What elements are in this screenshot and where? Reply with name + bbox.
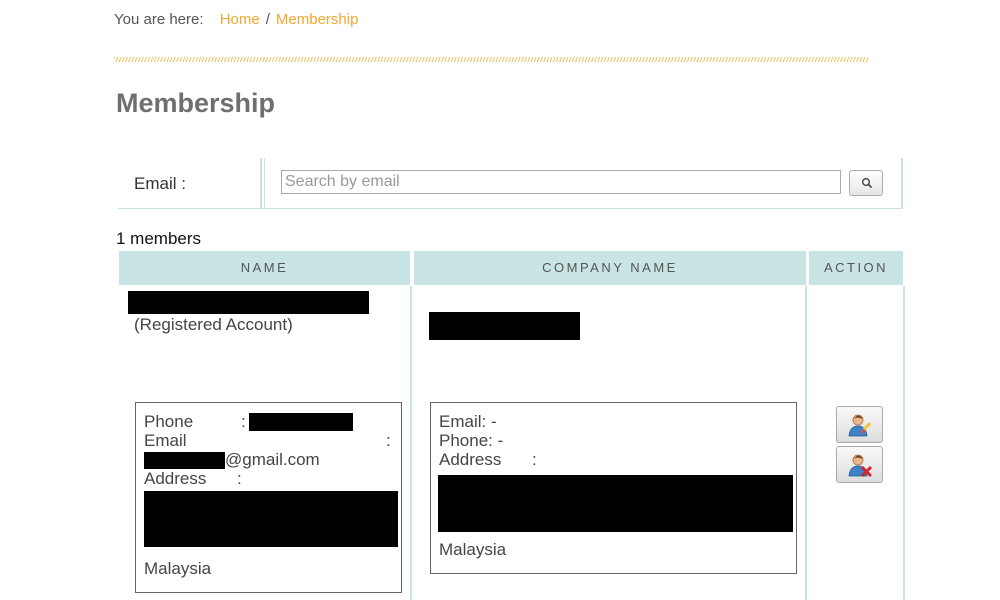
row-divider <box>264 158 265 208</box>
member-count: 1 members <box>116 229 202 248</box>
phone-label: Phone <box>144 412 194 431</box>
redacted-member-name <box>128 291 369 314</box>
email-search-input[interactable] <box>281 170 841 194</box>
breadcrumb-prefix: You are here: <box>114 11 204 28</box>
search-button[interactable] <box>849 170 883 196</box>
edit-member-button[interactable] <box>836 406 883 443</box>
redacted-company-address <box>438 475 793 532</box>
registered-account-note: (Registered Account) <box>134 315 293 334</box>
search-icon <box>862 178 873 189</box>
company-address-label: Address <box>439 450 502 469</box>
email-label: Email <box>144 431 187 450</box>
email-separator: : <box>386 431 391 450</box>
phone-separator: : <box>241 412 246 431</box>
delete-member-button[interactable] <box>836 446 883 483</box>
redacted-address <box>144 491 398 547</box>
row-divider <box>260 158 262 208</box>
redacted-phone <box>249 413 353 431</box>
column-divider <box>805 286 807 600</box>
company-email-line: Email: - <box>439 412 497 431</box>
breadcrumb-home-link[interactable]: Home <box>220 11 260 28</box>
country: Malaysia <box>144 559 212 578</box>
breadcrumb-separator: / <box>265 11 270 28</box>
column-header-name: NAME <box>119 251 410 285</box>
email-domain: @gmail.com <box>225 450 320 469</box>
column-header-action: ACTION <box>809 251 903 285</box>
row-divider <box>901 158 903 208</box>
delete-user-icon <box>848 454 873 478</box>
column-header-company-name: COMPANY NAME <box>414 251 806 285</box>
member-contact-box: Phone : Email : @gmail.com Address : Mal… <box>135 402 402 593</box>
company-country: Malaysia <box>439 540 507 559</box>
company-contact-box: Email: - Phone: - Address : Malaysia <box>430 402 797 574</box>
email-search-label: Email : <box>134 174 186 193</box>
company-address-separator: : <box>532 450 537 469</box>
edit-user-icon <box>848 414 872 437</box>
column-divider <box>410 286 412 600</box>
redacted-email-user <box>144 452 225 469</box>
address-label: Address <box>144 469 207 488</box>
redacted-company-name <box>429 312 580 340</box>
decorative-divider <box>114 57 868 62</box>
company-phone-line: Phone: - <box>439 431 504 450</box>
column-divider <box>903 286 905 600</box>
address-separator: : <box>237 469 242 488</box>
page-title: Membership <box>116 88 276 118</box>
breadcrumb: You are here: Home / Membership <box>114 11 358 28</box>
email-search-row: Email : <box>118 158 903 209</box>
breadcrumb-current-link[interactable]: Membership <box>276 11 359 28</box>
